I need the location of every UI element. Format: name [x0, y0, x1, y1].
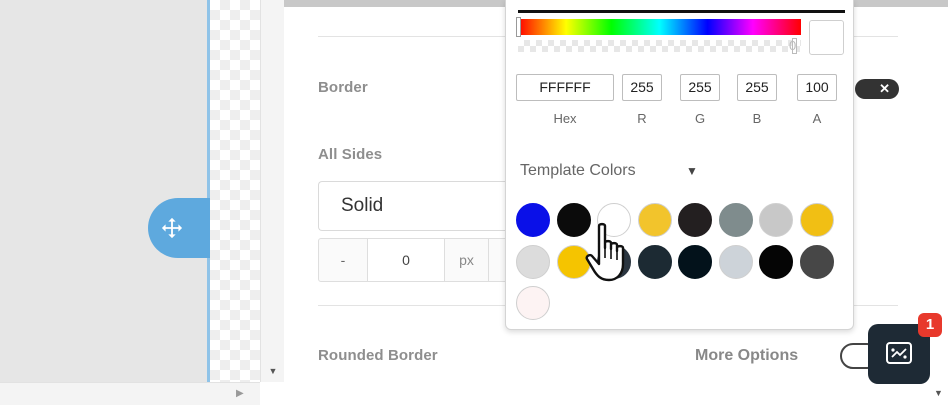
border-width-stepper[interactable]: - 0 px — [318, 238, 518, 282]
decrement-button[interactable]: - — [319, 239, 367, 281]
color-swatch[interactable] — [799, 203, 834, 237]
hand-pointer-icon — [585, 222, 625, 282]
border-toggle[interactable]: ✕ — [855, 79, 899, 99]
color-swatch[interactable] — [678, 203, 712, 237]
color-swatch[interactable] — [759, 244, 793, 279]
border-width-unit: px — [445, 239, 489, 281]
color-swatch[interactable] — [799, 244, 834, 279]
alpha-readout: 0 — [789, 38, 797, 53]
color-swatch[interactable] — [516, 203, 550, 237]
border-width-input[interactable]: 0 — [367, 239, 445, 281]
color-picker-popup: 0 FFFFFF 255 255 255 100 Hex R G B A Tem… — [505, 0, 854, 330]
red-label: R — [637, 111, 647, 126]
move-arrows-icon — [161, 217, 183, 239]
scroll-down-arrow-icon[interactable]: ▼ — [261, 366, 285, 376]
editor-screen: ▼ ▶ Border ✕ All Sides Solid - 0 px Roun… — [0, 0, 948, 405]
notification-badge: 1 — [918, 313, 942, 337]
color-swatch[interactable] — [759, 203, 793, 237]
green-label: G — [694, 111, 706, 126]
canvas-vertical-scrollbar[interactable]: ▼ — [260, 0, 284, 382]
hex-input[interactable]: FFFFFF — [516, 74, 614, 101]
all-sides-label: All Sides — [318, 146, 383, 163]
canvas-horizontal-scrollbar[interactable]: ▶ — [0, 382, 260, 405]
close-icon: ✕ — [879, 81, 890, 96]
blue-label: B — [752, 111, 762, 126]
hex-label: Hex — [553, 111, 577, 126]
color-swatch[interactable] — [516, 244, 550, 279]
color-swatch[interactable] — [516, 286, 550, 320]
picker-top-bar — [518, 10, 845, 13]
border-style-select[interactable]: Solid — [318, 181, 518, 231]
hue-slider[interactable] — [518, 19, 801, 35]
border-label: Border — [318, 79, 368, 96]
alpha-input[interactable]: 100 — [797, 74, 837, 101]
color-swatch[interactable] — [718, 244, 753, 279]
chat-widget-icon — [886, 342, 912, 364]
scroll-right-arrow-icon[interactable]: ▶ — [236, 388, 244, 399]
chevron-down-icon[interactable]: ▼ — [686, 164, 698, 178]
move-handle-button[interactable] — [148, 198, 210, 258]
red-input[interactable]: 255 — [622, 74, 662, 101]
panel-scroll-down-icon[interactable]: ▼ — [934, 388, 943, 398]
transparent-element-preview — [210, 0, 260, 382]
blue-input[interactable]: 255 — [737, 74, 777, 101]
color-swatch[interactable] — [637, 203, 672, 237]
template-colors-label[interactable]: Template Colors — [520, 162, 636, 180]
color-swatch[interactable] — [637, 244, 672, 279]
alpha-label: A — [812, 111, 822, 126]
canvas-area — [0, 0, 209, 388]
current-color-swatch — [809, 20, 844, 55]
rounded-border-label: Rounded Border — [318, 347, 438, 364]
color-swatch[interactable] — [678, 244, 712, 279]
hue-slider-handle[interactable] — [516, 17, 521, 37]
alpha-slider[interactable] — [518, 40, 801, 52]
color-swatch[interactable] — [718, 203, 753, 237]
more-options-label: More Options — [695, 347, 799, 364]
green-input[interactable]: 255 — [680, 74, 720, 101]
